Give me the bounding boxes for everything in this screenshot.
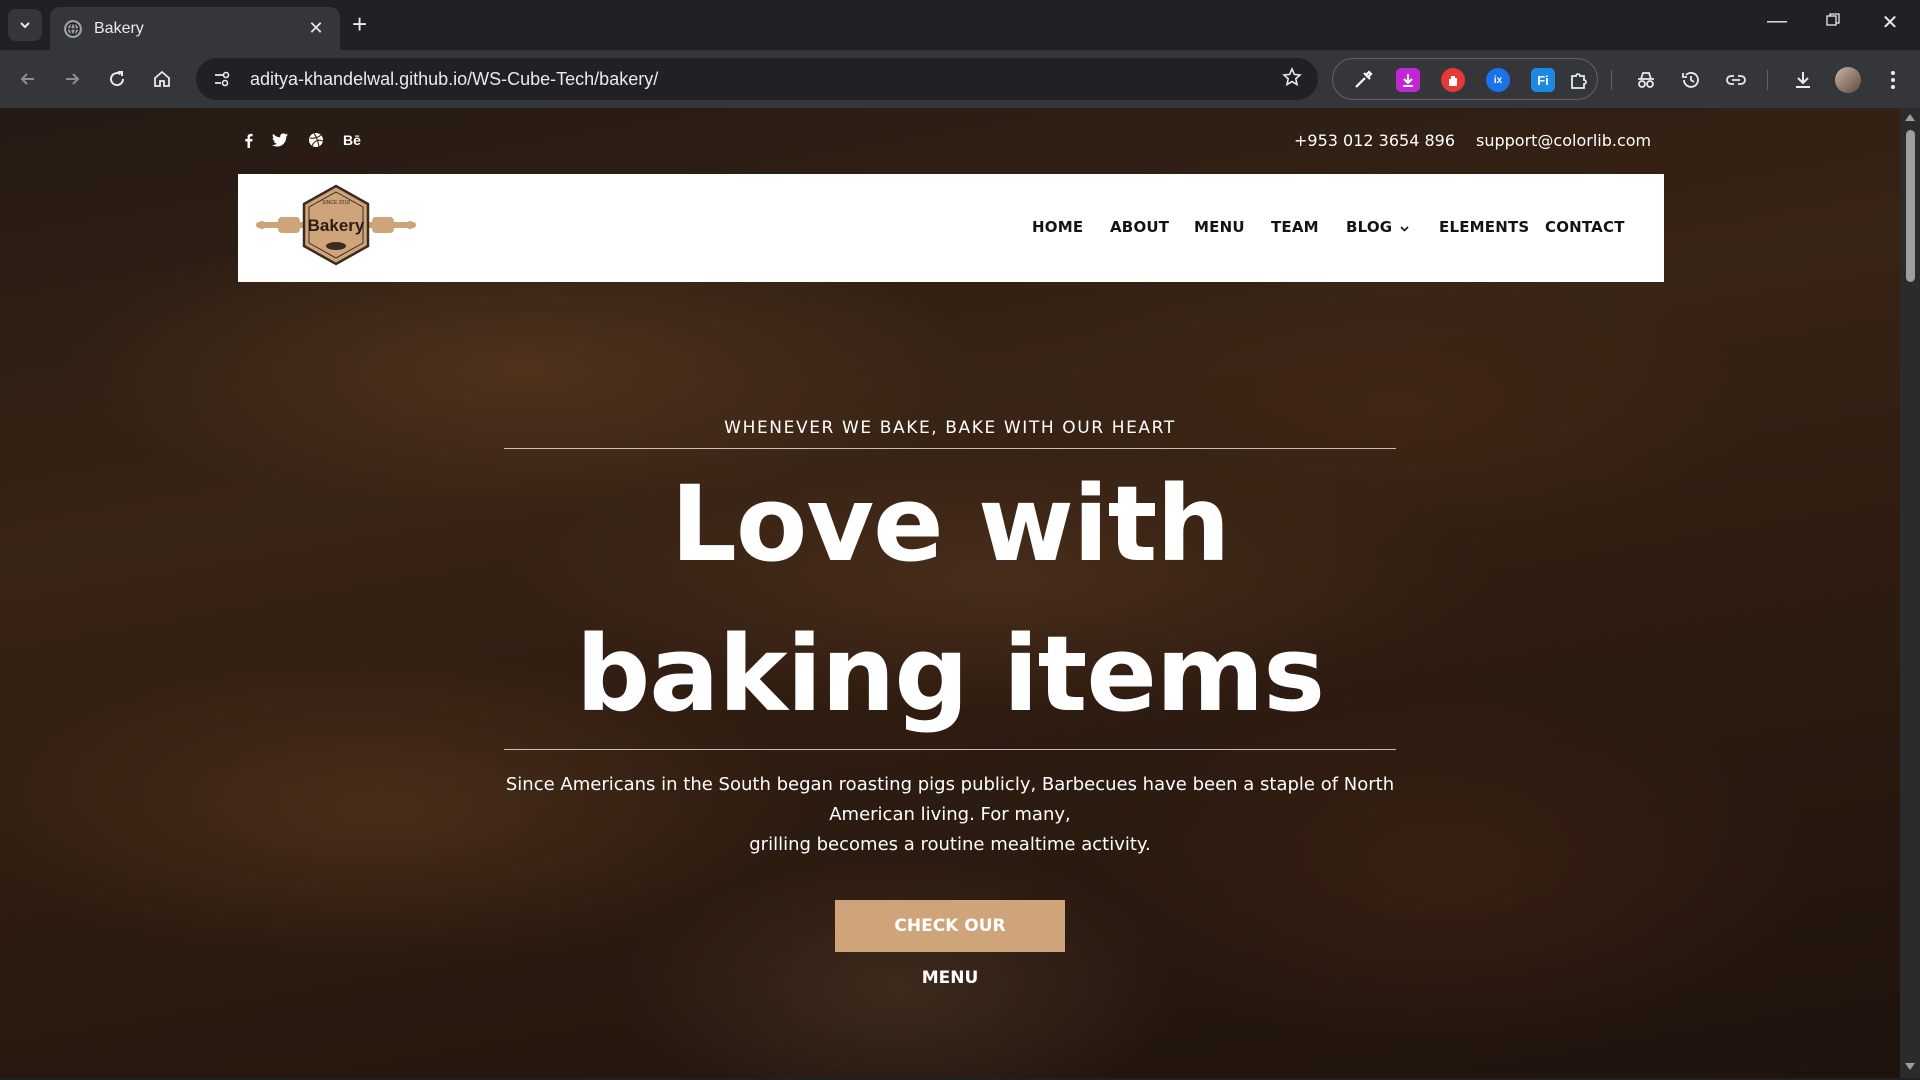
downloads-icon[interactable] xyxy=(1790,67,1816,93)
url-text: aditya-khandelwal.github.io/WS-Cube-Tech… xyxy=(250,68,659,89)
nav-about[interactable]: ABOUT xyxy=(1110,218,1169,236)
divider xyxy=(504,749,1396,750)
hero-headline: Love with baking items xyxy=(575,463,1325,735)
bookmark-star-icon[interactable] xyxy=(1274,66,1310,92)
arrow-right-icon xyxy=(66,73,80,85)
logo-since-text: SINCE 2018 xyxy=(322,200,350,206)
download-extension-icon[interactable] xyxy=(1396,68,1420,92)
nav-menu[interactable]: MENU xyxy=(1194,218,1245,236)
check-our-menu-button[interactable]: CHECK OUR MENU xyxy=(835,900,1065,988)
restore-icon xyxy=(1826,13,1840,26)
top-info-bar: Bē +953 012 3654 896 support@colorlib.co… xyxy=(0,108,1900,174)
extensions-group: ix Fi xyxy=(1332,58,1598,100)
hero-description-line: grilling becomes a routine mealtime acti… xyxy=(749,834,1151,855)
new-tab-button[interactable]: + xyxy=(352,11,367,37)
facebook-icon[interactable] xyxy=(242,130,254,150)
profile-avatar[interactable] xyxy=(1835,67,1861,93)
home-button[interactable] xyxy=(146,63,178,95)
hero-description: Since Americans in the South began roast… xyxy=(504,770,1396,860)
scroll-up-arrow-icon[interactable] xyxy=(1905,114,1915,121)
browser-toolbar: aditya-khandelwal.github.io/WS-Cube-Tech… xyxy=(0,50,1920,108)
puzzle-extensions-icon[interactable] xyxy=(1567,68,1591,92)
site-settings-icon[interactable] xyxy=(210,67,234,91)
home-icon xyxy=(154,70,170,87)
logo-text: Bakery xyxy=(308,216,365,235)
dribbble-icon[interactable] xyxy=(307,130,325,150)
page-viewport: Bē +953 012 3654 896 support@colorlib.co… xyxy=(0,108,1900,1078)
browser-tab-strip: Bakery ✕ + — ✕ xyxy=(0,0,1920,50)
nav-blog[interactable]: BLOG xyxy=(1346,218,1409,236)
tab-title: Bakery xyxy=(94,19,144,37)
tab-search-button[interactable] xyxy=(8,9,42,41)
globe-icon xyxy=(64,19,82,38)
phone-number[interactable]: +953 012 3654 896 xyxy=(1294,131,1455,150)
bakery-logo[interactable]: SINCE 2018 Bakery xyxy=(256,184,416,270)
twitter-icon[interactable] xyxy=(271,130,289,150)
close-tab-icon[interactable]: ✕ xyxy=(306,18,326,39)
fi-extension-icon[interactable]: Fi xyxy=(1531,68,1555,92)
reload-icon xyxy=(110,71,125,87)
history-icon[interactable] xyxy=(1678,67,1704,93)
close-window-button[interactable]: ✕ xyxy=(1870,10,1910,35)
hand-extension-icon[interactable] xyxy=(1441,68,1465,92)
scroll-down-arrow-icon[interactable] xyxy=(1905,1063,1915,1070)
chevron-down-icon xyxy=(20,22,30,29)
main-navbar: SINCE 2018 Bakery HOME ABOUT MENU TEAM B… xyxy=(238,174,1664,282)
hero-eyebrow: WHENEVER WE BAKE, BAKE WITH OUR HEART xyxy=(724,418,1176,438)
link-icon[interactable] xyxy=(1723,67,1749,93)
address-bar[interactable]: aditya-khandelwal.github.io/WS-Cube-Tech… xyxy=(196,58,1318,100)
incognito-icon[interactable] xyxy=(1633,67,1659,93)
nav-team[interactable]: TEAM xyxy=(1271,218,1319,236)
nav-elements[interactable]: ELEMENTS xyxy=(1439,218,1529,236)
nav-home[interactable]: HOME xyxy=(1032,218,1083,236)
toolbar-separator xyxy=(1611,70,1612,90)
arrow-left-icon xyxy=(20,73,34,85)
browser-tab-active[interactable]: Bakery ✕ xyxy=(50,7,340,50)
nav-contact[interactable]: CONTACT xyxy=(1545,218,1625,236)
reload-button[interactable] xyxy=(101,63,133,95)
support-email[interactable]: support@colorlib.com xyxy=(1476,131,1651,150)
hero-description-line: American living. For many, xyxy=(829,804,1071,825)
back-button[interactable] xyxy=(12,63,44,95)
nav-blog-label: BLOG xyxy=(1346,218,1393,236)
hero-description-line: Since Americans in the South began roast… xyxy=(505,774,1395,795)
scrollbar-thumb[interactable] xyxy=(1906,130,1915,282)
restore-button[interactable] xyxy=(1813,10,1853,33)
eyedropper-extension-icon[interactable] xyxy=(1351,68,1375,92)
forward-button[interactable] xyxy=(56,63,88,95)
kebab-menu-icon[interactable] xyxy=(1880,67,1906,93)
toolbar-separator xyxy=(1767,70,1768,90)
ix-extension-icon[interactable]: ix xyxy=(1486,68,1510,92)
chevron-down-icon xyxy=(1400,222,1409,235)
behance-icon[interactable]: Bē xyxy=(340,130,364,150)
minimize-button[interactable]: — xyxy=(1757,10,1797,33)
hero-content: WHENEVER WE BAKE, BAKE WITH OUR HEART Lo… xyxy=(504,418,1396,988)
page-scrollbar[interactable] xyxy=(1900,108,1920,1078)
